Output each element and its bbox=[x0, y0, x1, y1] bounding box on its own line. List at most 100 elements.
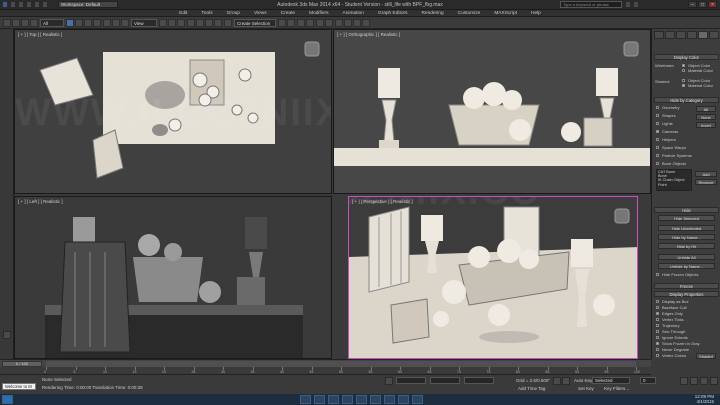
photoshop-icon[interactable] bbox=[342, 395, 353, 404]
category-invert-button[interactable]: Invert bbox=[696, 122, 716, 128]
align-icon[interactable] bbox=[287, 19, 295, 27]
add-time-tag[interactable]: Add Time Tag bbox=[518, 386, 545, 391]
time-ruler[interactable]: 0 5 10 15 20 25 30 35 40 45 50 55 60 65 70 75 80 85 90 95 10… bbox=[0, 367, 651, 375]
category-geometry-checkbox[interactable] bbox=[656, 106, 659, 109]
viewport-orthographic-label[interactable]: [ + ] [ Orthographic ] [ Realistic ] bbox=[337, 32, 400, 37]
menu-modifiers[interactable]: Modifiers bbox=[309, 10, 328, 16]
tab-motion[interactable] bbox=[687, 31, 697, 39]
viewport-left-label[interactable]: [ + ] [ Left ] [ Realistic ] bbox=[18, 199, 63, 204]
snaps-toggle-icon[interactable] bbox=[187, 19, 195, 27]
app-icon[interactable] bbox=[398, 395, 409, 404]
wireframe-object-color-radio[interactable] bbox=[682, 64, 685, 67]
menu-help[interactable]: Help bbox=[531, 10, 541, 16]
hide-unselected-button[interactable]: Hide Unselected bbox=[658, 225, 715, 231]
rotate-icon[interactable] bbox=[112, 19, 120, 27]
category-remove-button[interactable]: Remove bbox=[695, 179, 717, 185]
y-coordinate-field[interactable] bbox=[430, 377, 460, 384]
maximize-viewport-icon[interactable] bbox=[710, 377, 718, 385]
selection-filter-dropdown[interactable]: All bbox=[40, 19, 64, 27]
select-manipulate-icon[interactable] bbox=[168, 19, 176, 27]
mirror-icon[interactable] bbox=[278, 19, 286, 27]
app-icon[interactable] bbox=[412, 395, 423, 404]
render-production-icon[interactable] bbox=[362, 19, 370, 27]
help-icon[interactable] bbox=[633, 1, 639, 8]
edit-named-selection-icon[interactable] bbox=[224, 19, 232, 27]
media-icon[interactable] bbox=[328, 395, 339, 404]
reference-coordinate-dropdown[interactable]: View bbox=[131, 19, 157, 27]
angle-snap-icon[interactable] bbox=[196, 19, 204, 27]
trajectory-checkbox[interactable] bbox=[656, 324, 659, 327]
category-particle-systems-checkbox[interactable] bbox=[656, 154, 659, 157]
hide-by-hit-button[interactable]: Hide by Hit bbox=[658, 243, 715, 249]
menu-tools[interactable]: Tools bbox=[201, 10, 212, 16]
category-none-button[interactable]: None bbox=[696, 114, 716, 120]
tab-modify[interactable] bbox=[665, 31, 675, 39]
rollout-hide-by-category[interactable]: Hide by Category bbox=[654, 97, 719, 103]
undo-tool-icon[interactable] bbox=[3, 19, 11, 27]
hide-by-name-button[interactable]: Hide by Name... bbox=[658, 234, 715, 240]
menu-edit[interactable]: Edit bbox=[179, 10, 187, 16]
category-bone-objects-checkbox[interactable] bbox=[656, 162, 659, 165]
orbit-icon[interactable] bbox=[700, 377, 708, 385]
folder-icon[interactable] bbox=[370, 395, 381, 404]
rendered-frame-window-icon[interactable] bbox=[353, 19, 361, 27]
vertex-colors-shaded-button[interactable]: Shaded bbox=[696, 353, 716, 359]
vertex-colors-checkbox[interactable] bbox=[656, 354, 659, 357]
menu-create[interactable]: Create bbox=[281, 10, 295, 16]
unhide-all-button[interactable]: Unhide All bbox=[658, 254, 715, 260]
viewport-top[interactable]: [ + ] [ Top ] [ Realistic ] WWW.ILCCZNII… bbox=[14, 29, 332, 194]
key-filters-button[interactable]: Key Filters... bbox=[604, 386, 629, 391]
viewport-perspective[interactable]: [ + ] [ Perspective ] [ Realistic ] WWW bbox=[348, 196, 638, 359]
maximize-icon[interactable]: □ bbox=[698, 1, 707, 8]
curve-editor-icon[interactable] bbox=[316, 19, 324, 27]
search-icon[interactable] bbox=[625, 1, 631, 8]
ignore-extents-checkbox[interactable] bbox=[656, 336, 659, 339]
pivot-center-icon[interactable] bbox=[159, 19, 167, 27]
app-icon[interactable] bbox=[384, 395, 395, 404]
list-item[interactable]: Point bbox=[657, 183, 691, 187]
pan-view-icon[interactable] bbox=[690, 377, 698, 385]
redo-tool-icon[interactable] bbox=[12, 19, 20, 27]
viewport-orthographic[interactable]: [ + ] [ Orthographic ] [ Realistic ] bbox=[333, 29, 651, 194]
hide-frozen-objects-checkbox[interactable] bbox=[656, 273, 659, 276]
rollout-display-properties[interactable]: Display Properties bbox=[654, 291, 719, 297]
category-shapes-checkbox[interactable] bbox=[656, 114, 659, 117]
zoom-extents-icon[interactable] bbox=[680, 377, 688, 385]
category-lights-checkbox[interactable] bbox=[656, 122, 659, 125]
move-icon[interactable] bbox=[103, 19, 111, 27]
z-coordinate-field[interactable] bbox=[464, 377, 494, 384]
category-list[interactable]: CAT Bone Bone IK Chain Object Point bbox=[656, 169, 692, 191]
tab-hierarchy[interactable] bbox=[676, 31, 686, 39]
menu-views[interactable]: Views bbox=[254, 10, 267, 16]
category-space-warps-checkbox[interactable] bbox=[656, 146, 659, 149]
set-key-button[interactable]: Set Key bbox=[578, 386, 594, 391]
lock-selection-icon[interactable] bbox=[385, 377, 393, 385]
backface-cull-checkbox[interactable] bbox=[656, 306, 659, 309]
vertex-ticks-checkbox[interactable] bbox=[656, 318, 659, 321]
category-add-button[interactable]: Add bbox=[695, 171, 717, 177]
play-icon[interactable] bbox=[562, 377, 570, 385]
menu-animation[interactable]: Animation bbox=[343, 10, 364, 16]
rollout-display-color[interactable]: Display Color bbox=[654, 54, 719, 60]
see-through-checkbox[interactable] bbox=[656, 330, 659, 333]
shaded-object-color-radio[interactable] bbox=[682, 79, 685, 82]
rollout-freeze[interactable]: Freeze bbox=[654, 283, 719, 289]
x-coordinate-field[interactable] bbox=[396, 377, 426, 384]
menu-graph-editors[interactable]: Graph Editors bbox=[378, 10, 408, 16]
tab-utilities[interactable] bbox=[709, 31, 719, 39]
start-button-icon[interactable] bbox=[2, 395, 13, 404]
viewport-top-label[interactable]: [ + ] [ Top ] [ Realistic ] bbox=[18, 32, 62, 37]
show-frozen-gray-checkbox[interactable] bbox=[656, 342, 659, 345]
graphite-ribbon-icon[interactable] bbox=[306, 19, 314, 27]
explorer-icon[interactable] bbox=[300, 395, 311, 404]
spinner-snap-icon[interactable] bbox=[214, 19, 222, 27]
scale-icon[interactable] bbox=[121, 19, 129, 27]
edges-only-checkbox[interactable] bbox=[656, 312, 659, 315]
never-degrade-checkbox[interactable] bbox=[656, 348, 659, 351]
current-frame-field[interactable]: 0 bbox=[640, 377, 656, 384]
hide-selected-button[interactable]: Hide Selected bbox=[658, 215, 715, 221]
maxscript-listener[interactable]: Welcome to M bbox=[2, 383, 36, 390]
viewport-layout-icon[interactable] bbox=[3, 331, 11, 339]
minimize-icon[interactable]: – bbox=[688, 1, 697, 8]
schematic-view-icon[interactable] bbox=[325, 19, 333, 27]
